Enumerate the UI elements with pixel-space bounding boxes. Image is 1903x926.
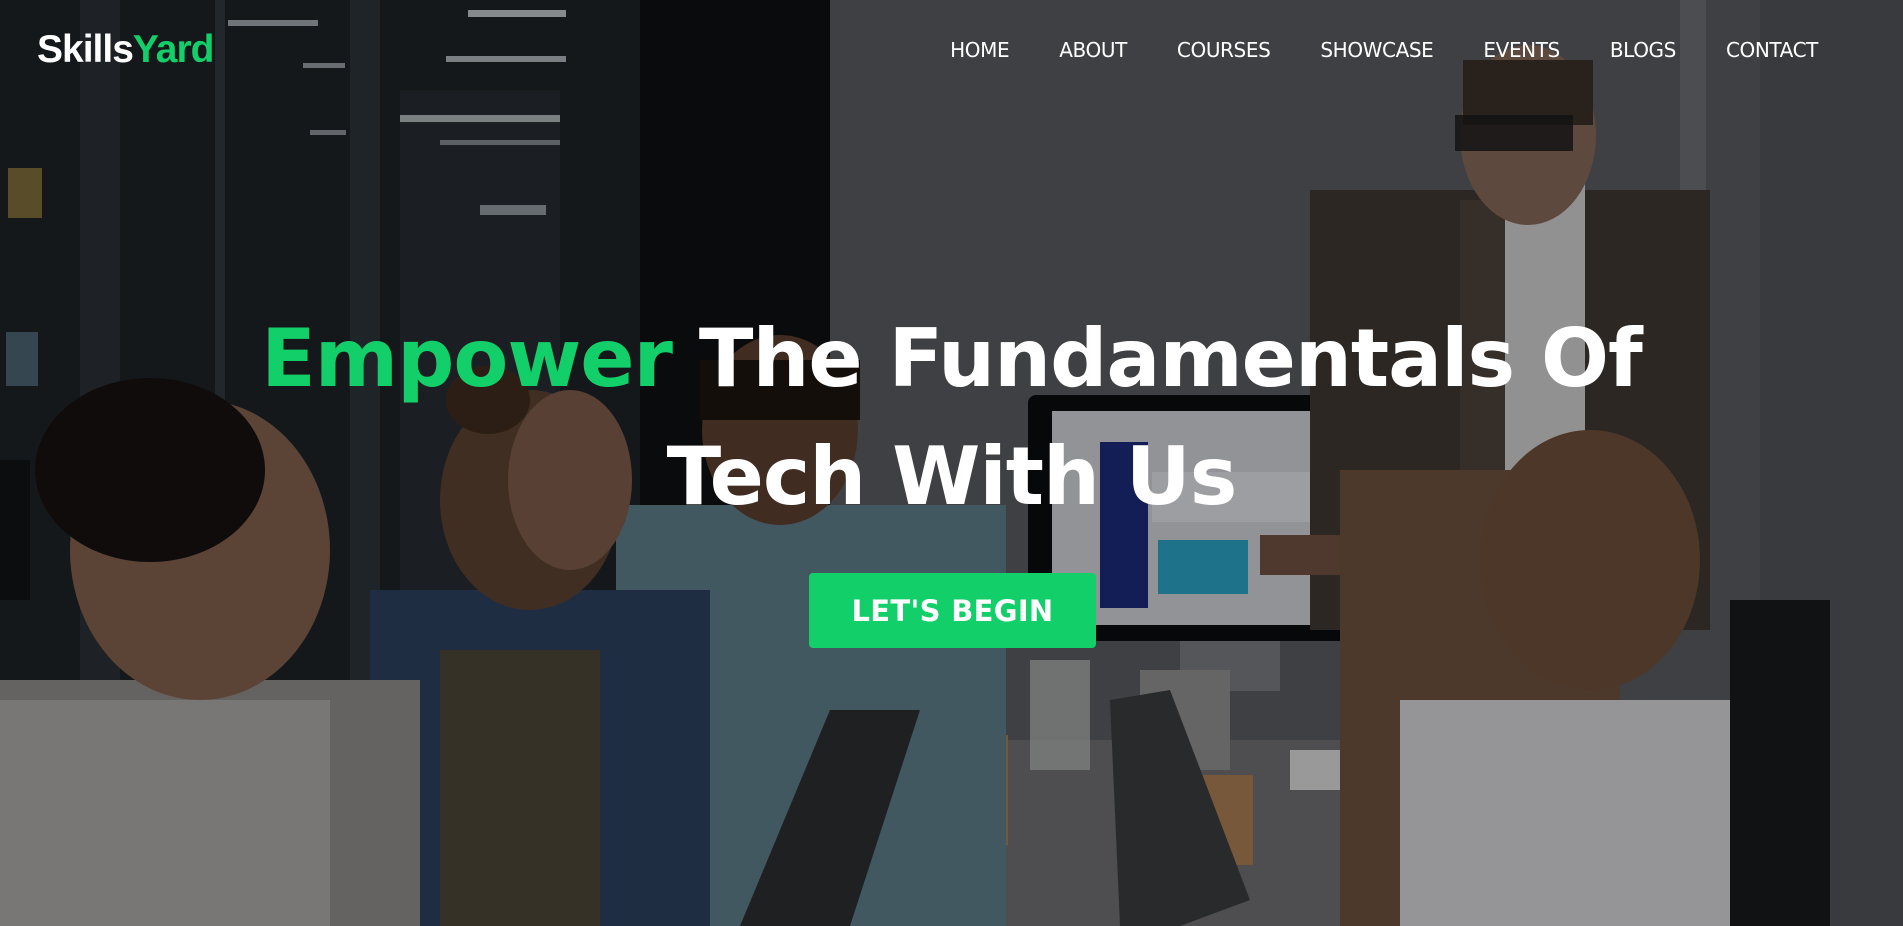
hero-headline: Empower The Fundamentals Of Tech With Us xyxy=(0,300,1903,536)
nav-item-blogs[interactable]: BLOGS xyxy=(1610,36,1676,64)
site-logo[interactable]: SkillsYard xyxy=(37,26,215,74)
main-navigation: HOME ABOUT COURSES SHOWCASE EVENTS BLOGS… xyxy=(900,36,1818,64)
nav-item-courses[interactable]: COURSES xyxy=(1177,36,1271,64)
headline-line2: Tech With Us xyxy=(666,430,1238,523)
hero-section: SkillsYard HOME ABOUT COURSES SHOWCASE E… xyxy=(0,0,1903,926)
logo-text-yard: Yard xyxy=(132,28,215,71)
nav-item-home[interactable]: HOME xyxy=(950,36,1009,64)
nav-item-about[interactable]: ABOUT xyxy=(1059,36,1127,64)
nav-item-events[interactable]: EVENTS xyxy=(1483,36,1560,64)
nav-item-showcase[interactable]: SHOWCASE xyxy=(1320,36,1433,64)
headline-line1-rest: The Fundamentals Of xyxy=(672,312,1643,405)
nav-item-contact[interactable]: CONTACT xyxy=(1726,36,1818,64)
logo-text-skills: Skills xyxy=(37,28,134,71)
lets-begin-button[interactable]: LET'S BEGIN xyxy=(809,573,1096,648)
headline-accent-word: Empower xyxy=(261,312,673,405)
